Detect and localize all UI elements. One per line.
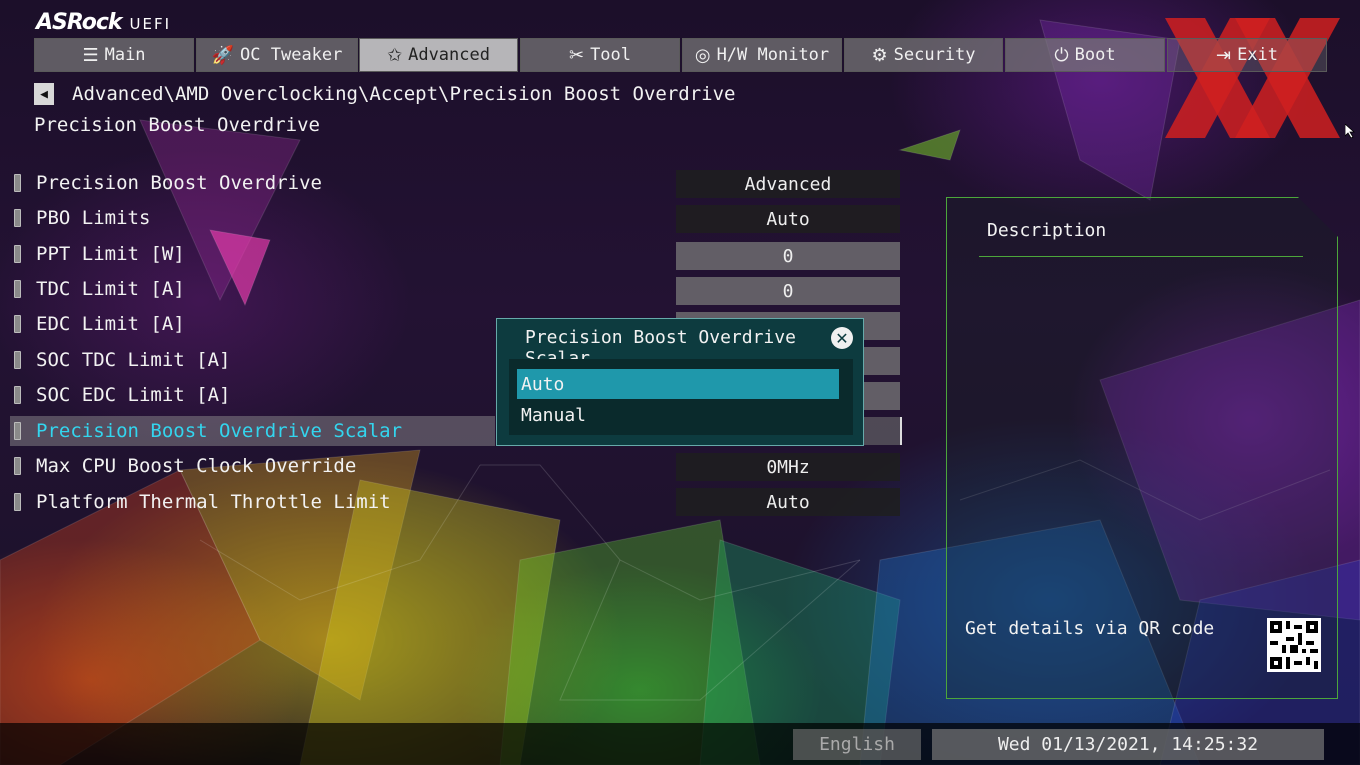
row-marker	[14, 245, 21, 263]
value-ppt-limit[interactable]: 0	[676, 242, 900, 270]
value-max-cpu-boost[interactable]: 0MHz	[676, 453, 900, 481]
asrock-logo: ASRock UEFI	[36, 10, 172, 35]
tab-main[interactable]: ☰ Main	[34, 38, 194, 72]
setting-row-ppt-limit[interactable]: PPT Limit [W]	[10, 239, 470, 269]
tools-icon: ✂	[568, 44, 585, 66]
description-title: Description	[987, 220, 1107, 241]
rocket-icon: 🚀	[211, 44, 235, 66]
row-marker	[14, 315, 21, 333]
language-selector[interactable]: English	[793, 729, 921, 760]
setting-row-thermal-throttle[interactable]: Platform Thermal Throttle Limit	[10, 487, 470, 517]
tab-tool[interactable]: ✂ Tool	[520, 38, 680, 72]
breadcrumb: ◀ Advanced\AMD Overclocking\Accept\Preci…	[34, 83, 735, 105]
back-arrow-icon[interactable]: ◀	[34, 83, 54, 105]
scalar-options-dialog: Precision Boost Overdrive Scalar ✕ Auto …	[496, 318, 864, 446]
options-list: Auto Manual	[509, 359, 853, 435]
row-marker	[14, 280, 21, 298]
row-marker	[14, 493, 21, 511]
list-icon: ☰	[82, 44, 99, 66]
qr-caption: Get details via QR code	[965, 618, 1215, 639]
tab-security[interactable]: ⚙ Security	[844, 38, 1003, 72]
value-tdc-limit[interactable]: 0	[676, 277, 900, 305]
mouse-cursor-icon	[1345, 124, 1355, 138]
row-marker	[14, 209, 21, 227]
monitor-icon: ◎	[694, 44, 711, 66]
close-icon[interactable]: ✕	[831, 327, 853, 349]
star-icon: ✩	[387, 44, 403, 66]
date-time-display: Wed 01/13/2021, 14:25:32	[932, 729, 1324, 760]
setting-row-tdc-limit[interactable]: TDC Limit [A]	[10, 274, 470, 304]
shield-icon: ⚙	[871, 44, 888, 66]
setting-row-pbo[interactable]: Precision Boost Overdrive	[10, 168, 470, 198]
page-title: Precision Boost Overdrive	[34, 114, 320, 136]
row-marker	[14, 386, 21, 404]
row-marker	[14, 422, 21, 440]
row-marker	[14, 457, 21, 475]
tab-oc-tweaker[interactable]: 🚀 OC Tweaker	[196, 38, 358, 72]
description-divider	[979, 256, 1303, 257]
tab-advanced[interactable]: ✩ Advanced	[359, 38, 518, 72]
exit-icon: ⇥	[1215, 44, 1232, 66]
setting-row-edc-limit[interactable]: EDC Limit [A]	[10, 309, 470, 339]
tab-hw-monitor[interactable]: ◎ H/W Monitor	[682, 38, 842, 72]
option-auto[interactable]: Auto	[517, 369, 839, 399]
power-icon: ⏻	[1054, 44, 1069, 66]
row-marker	[14, 174, 21, 192]
value-pbo[interactable]: Advanced	[676, 170, 900, 198]
option-manual[interactable]: Manual	[517, 400, 839, 430]
description-panel: Description Get details via QR code	[946, 197, 1338, 699]
value-thermal-throttle[interactable]: Auto	[676, 488, 900, 516]
setting-row-soc-edc-limit[interactable]: SOC EDC Limit [A]	[10, 380, 470, 410]
setting-row-pbo-limits[interactable]: PBO Limits	[10, 203, 470, 233]
row-marker	[14, 351, 21, 369]
setting-row-max-cpu-boost[interactable]: Max CPU Boost Clock Override	[10, 451, 470, 481]
setting-row-pbo-scalar[interactable]: Precision Boost Overdrive Scalar	[10, 416, 495, 446]
breadcrumb-path: Advanced\AMD Overclocking\Accept\Precisi…	[72, 83, 736, 105]
value-pbo-limits[interactable]: Auto	[676, 205, 900, 233]
setting-row-soc-tdc-limit[interactable]: SOC TDC Limit [A]	[10, 345, 470, 375]
tab-boot[interactable]: ⏻ Boot	[1005, 38, 1165, 72]
qr-code[interactable]	[1267, 618, 1321, 672]
tab-exit[interactable]: ⇥ Exit	[1167, 38, 1327, 72]
